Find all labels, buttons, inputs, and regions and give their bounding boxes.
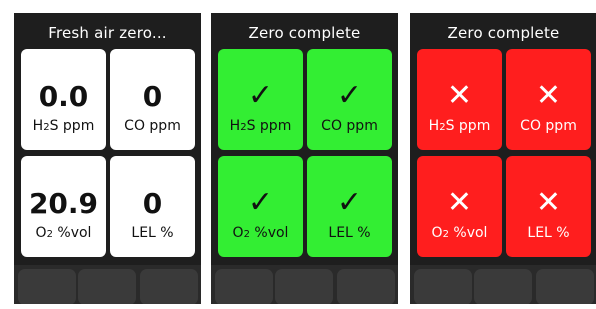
h2s-status-tile: ✓ H2S ppm (218, 49, 303, 150)
softkey-bar (410, 265, 596, 304)
co-label: CO ppm (520, 118, 577, 134)
x-mark-icon: ✕ (446, 78, 473, 113)
lel-label: LEL % (527, 225, 570, 241)
softkey-center[interactable] (275, 269, 333, 304)
h2s-status-tile: ✕ H2S ppm (417, 49, 502, 150)
o2-label: O2 %vol (232, 225, 289, 241)
h2s-label: H2S ppm (229, 118, 292, 134)
o2-label: O2 %vol (35, 225, 92, 241)
o2-status-tile: ✕ O2 %vol (417, 156, 502, 257)
softkey-center[interactable] (474, 269, 532, 304)
lel-status-tile: ✓ LEL % (307, 156, 392, 257)
checkmark-icon: ✓ (247, 78, 274, 113)
o2-value: 20.9 (28, 187, 99, 220)
o2-reading-tile: 20.9 O2 %vol (21, 156, 106, 257)
lel-label: LEL % (328, 225, 371, 241)
softkey-bar (14, 265, 201, 304)
h2s-label: H2S ppm (32, 118, 95, 134)
o2-status-tile: ✓ O2 %vol (218, 156, 303, 257)
h2s-label: H2S ppm (428, 118, 491, 134)
x-mark-icon: ✕ (535, 78, 562, 113)
screen-title: Fresh air zero... (48, 24, 167, 42)
softkey-bar (211, 265, 398, 304)
softkey-left[interactable] (18, 269, 76, 304)
screen-zero-complete-success: Zero complete ✓ H2S ppm ✓ CO ppm ✓ O2 %v… (211, 13, 398, 304)
softkey-center[interactable] (78, 269, 136, 304)
softkey-right[interactable] (140, 269, 198, 304)
screen-fresh-air-zero: Fresh air zero... 0.0 H2S ppm 0 CO ppm 2… (14, 13, 201, 304)
co-label: CO ppm (124, 118, 181, 134)
h2s-reading-tile: 0.0 H2S ppm (21, 49, 106, 150)
co-label: CO ppm (321, 118, 378, 134)
co-status-tile: ✕ CO ppm (506, 49, 591, 150)
lel-reading-tile: 0 LEL % (110, 156, 195, 257)
lel-status-tile: ✕ LEL % (506, 156, 591, 257)
lel-label: LEL % (131, 225, 174, 241)
checkmark-icon: ✓ (336, 78, 363, 113)
softkey-right[interactable] (337, 269, 395, 304)
checkmark-icon: ✓ (336, 185, 363, 220)
h2s-value: 0.0 (38, 80, 89, 113)
screen-zero-complete-failure: Zero complete ✕ H2S ppm ✕ CO ppm ✕ O2 %v… (410, 13, 596, 304)
co-value: 0 (142, 80, 163, 113)
lel-value: 0 (142, 187, 163, 220)
softkey-left[interactable] (414, 269, 472, 304)
o2-label: O2 %vol (431, 225, 488, 241)
screen-title: Zero complete (248, 24, 361, 42)
softkey-right[interactable] (536, 269, 594, 304)
co-status-tile: ✓ CO ppm (307, 49, 392, 150)
x-mark-icon: ✕ (535, 185, 562, 220)
screen-title: Zero complete (447, 24, 560, 42)
x-mark-icon: ✕ (446, 185, 473, 220)
checkmark-icon: ✓ (247, 185, 274, 220)
softkey-left[interactable] (215, 269, 273, 304)
co-reading-tile: 0 CO ppm (110, 49, 195, 150)
